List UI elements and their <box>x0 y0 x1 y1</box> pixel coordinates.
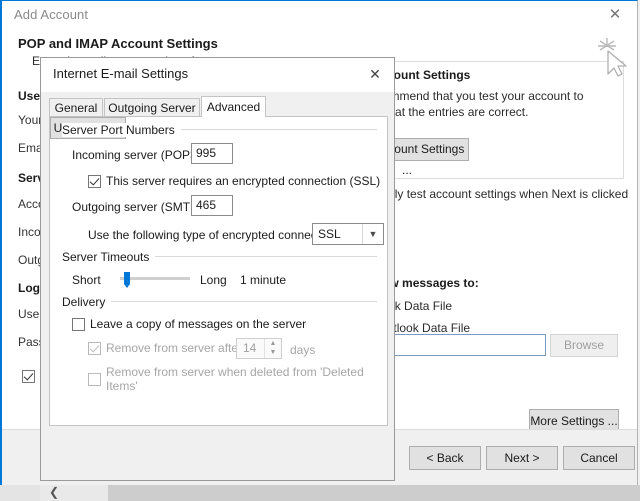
window-title: Add Account <box>14 7 88 22</box>
server-timeout-slider[interactable] <box>120 269 190 287</box>
slider-thumb[interactable] <box>124 272 130 284</box>
label-days: days <box>290 343 315 357</box>
label-timeout-long: Long <box>200 273 227 287</box>
next-button[interactable]: Next > <box>486 446 558 470</box>
encryption-type-value: SSL <box>318 227 341 241</box>
ssl-required-checkbox[interactable]: This server requires an encrypted connec… <box>88 174 380 188</box>
cancel-button[interactable]: Cancel <box>563 446 635 470</box>
remove-after-label: Remove from server after <box>106 341 242 355</box>
tab-outgoing-server[interactable]: Outgoing Server <box>104 98 200 117</box>
incoming-server-port-input[interactable]: 995 <box>191 143 233 164</box>
group-label-server-timeouts: Server Timeouts <box>62 250 155 264</box>
checkbox-icon <box>22 370 35 383</box>
label-timeout-short: Short <box>72 273 101 287</box>
browse-button[interactable]: Browse <box>550 334 618 357</box>
checkbox-icon <box>88 373 101 386</box>
scrollbar-thumb[interactable] <box>108 485 640 501</box>
stepper-up-icon[interactable]: ▲ <box>265 339 281 348</box>
group-label-server-port-numbers: Server Port Numbers <box>62 123 181 137</box>
tab-general[interactable]: General <box>49 98 103 117</box>
label-outgoing-server: Outgoing server (SMTP): <box>72 200 205 214</box>
outgoing-server-port-input[interactable]: 465 <box>191 195 233 216</box>
ssl-required-label: This server requires an encrypted connec… <box>106 174 380 188</box>
internet-email-settings-dialog: Internet E-mail Settings ✕ General Outgo… <box>40 57 395 481</box>
remove-after-checkbox[interactable]: Remove from server after <box>88 341 242 355</box>
leave-copy-checkbox[interactable]: Leave a copy of messages on the server <box>72 317 306 331</box>
window-titlebar: Add Account ✕ <box>2 1 637 31</box>
stepper-down-icon[interactable]: ▼ <box>265 348 281 357</box>
slider-track <box>120 277 190 280</box>
remove-when-deleted-label: Remove from server when deleted from 'De… <box>106 365 387 393</box>
back-button[interactable]: < Back <box>409 446 481 470</box>
stepper-buttons[interactable]: ▲ ▼ <box>264 339 281 358</box>
encryption-type-select[interactable]: SSL ▼ <box>312 223 384 245</box>
scrollbar-track[interactable] <box>40 485 640 501</box>
checkbox-icon <box>88 175 101 188</box>
label-encryption-type: Use the following type of encrypted conn… <box>88 228 339 242</box>
checkbox-icon <box>72 318 85 331</box>
scrollbar-corner <box>0 485 40 501</box>
checkbox-icon <box>88 342 101 355</box>
dialog-title: Internet E-mail Settings <box>53 66 188 81</box>
leave-copy-label: Leave a copy of messages on the server <box>90 317 306 331</box>
label-timeout-value: 1 minute <box>240 273 286 287</box>
horizontal-scrollbar[interactable]: ❮ <box>0 485 640 501</box>
screen: Add Account ✕ POP and IMAP Account Setti… <box>0 0 640 501</box>
chevron-down-icon: ▼ <box>362 224 383 244</box>
page-title: POP and IMAP Account Settings <box>18 36 218 51</box>
chevron-left-icon[interactable]: ❮ <box>44 485 64 501</box>
remove-after-days-value: 14 <box>243 341 256 355</box>
label-incoming-server: Incoming server (POP3): <box>72 148 204 162</box>
remove-after-days-stepper[interactable]: 14 ▲ ▼ <box>236 338 282 359</box>
close-icon[interactable]: ✕ <box>360 62 390 86</box>
close-icon[interactable]: ✕ <box>601 4 629 26</box>
group-label-delivery: Delivery <box>62 295 111 309</box>
tab-panel-advanced: Server Port Numbers Incoming server (POP… <box>49 116 388 426</box>
dialog-titlebar: Internet E-mail Settings ✕ <box>41 58 394 92</box>
tab-advanced[interactable]: Advanced <box>201 96 266 117</box>
remove-when-deleted-checkbox[interactable]: Remove from server when deleted from 'De… <box>88 365 387 393</box>
tabstrip: General Outgoing Server Advanced <box>49 96 388 117</box>
